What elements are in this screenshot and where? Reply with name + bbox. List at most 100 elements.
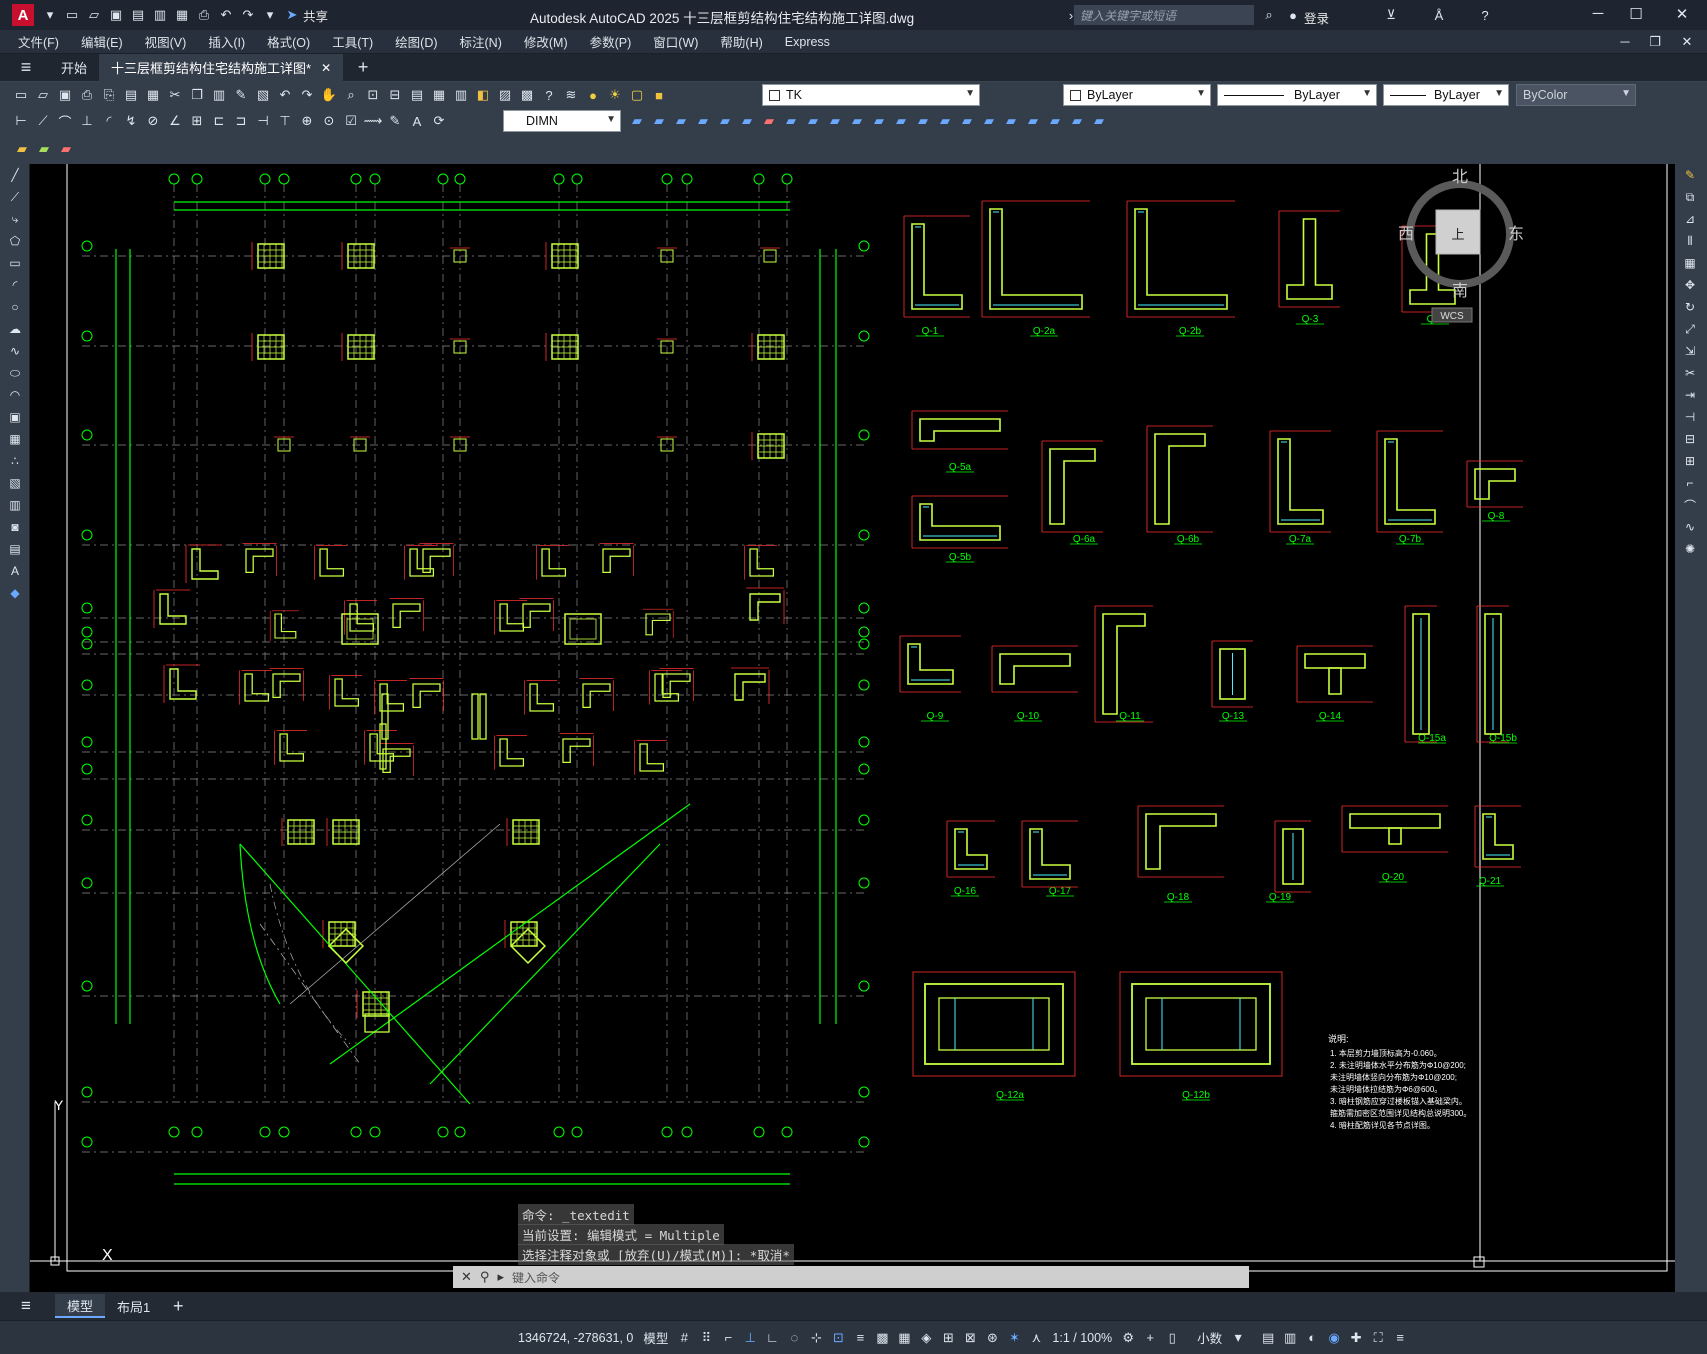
rotate-icon[interactable]: ▰ (759, 111, 779, 131)
menu-format[interactable]: 格式(O) (256, 32, 321, 51)
tolerance-icon[interactable]: ⊕ (297, 111, 317, 131)
linetype-dropdown[interactable]: ByLayer ▼ (1217, 84, 1377, 106)
osnap-track-icon[interactable]: ⊹ (806, 1328, 826, 1348)
join-icon[interactable]: ▰ (891, 111, 911, 131)
redo-icon[interactable]: ↷ (297, 85, 317, 105)
chevron-down-icon[interactable]: ▾ (1227, 1327, 1249, 1349)
construction-line-icon[interactable]: ⟋ (0, 186, 30, 208)
coordinates-readout[interactable]: 1346724, -278631, 0 (518, 1331, 633, 1345)
break-icon[interactable]: ⊟ (1675, 428, 1705, 450)
isodraft-icon[interactable]: ◌ (784, 1328, 804, 1348)
ellipse-icon[interactable]: ⬭ (0, 362, 30, 384)
command-line[interactable]: ✕ ⚲ ▸ 键入命令 (453, 1266, 1249, 1288)
blend-icon[interactable]: ∿ (1675, 516, 1705, 538)
markup-icon[interactable]: ▨ (495, 85, 515, 105)
pan-icon[interactable]: ✋ (319, 85, 339, 105)
stretch-icon[interactable]: ▰ (803, 111, 823, 131)
tool-palettes-icon[interactable]: ▥ (451, 85, 471, 105)
zoom-window-icon[interactable]: ⊡ (363, 85, 383, 105)
tab-start[interactable]: 开始 (49, 54, 99, 82)
ordinate-icon[interactable]: ⊥ (77, 111, 97, 131)
gizmo-icon[interactable]: ⊛ (982, 1328, 1002, 1348)
save-as-icon[interactable]: ▤ (128, 5, 148, 25)
search-icon[interactable]: ⌕ (1259, 5, 1279, 25)
region-icon[interactable]: ◙ (0, 516, 30, 538)
new-tab-icon[interactable]: + (353, 57, 373, 78)
save-web-icon[interactable]: ▦ (172, 5, 192, 25)
make-block-icon[interactable]: ▦ (0, 428, 30, 450)
doc-minimize-icon[interactable]: ─ (1615, 32, 1635, 52)
grid-icon[interactable]: # (674, 1328, 694, 1348)
new-icon[interactable]: ▭ (11, 85, 31, 105)
dim-text-edit-icon[interactable]: A (407, 111, 427, 131)
menu-insert[interactable]: 插入(I) (197, 32, 256, 51)
match-properties-icon[interactable]: ✎ (231, 85, 251, 105)
color-dropdown[interactable]: ByLayer ▼ (1063, 84, 1211, 106)
offset-icon[interactable]: ▰ (693, 111, 713, 131)
3d-osnap-icon[interactable]: ◈ (916, 1328, 936, 1348)
chamfer-icon[interactable]: ⌐ (1675, 472, 1705, 494)
break-at-point-icon[interactable]: ⊣ (1675, 406, 1705, 428)
move-icon[interactable]: ✥ (1675, 274, 1705, 296)
rectangle-icon[interactable]: ▭ (0, 252, 30, 274)
mirror-icon[interactable]: ⊿ (1675, 208, 1705, 230)
explode-icon[interactable]: ✺ (1675, 538, 1705, 560)
spline-icon[interactable]: ∿ (0, 340, 30, 362)
customize-cmd-icon[interactable]: ⚲ (480, 1269, 490, 1285)
layer-lock2-icon[interactable]: ■ (649, 85, 669, 105)
hamburger-menu-icon[interactable]: ≡ (16, 57, 36, 78)
transparency-icon[interactable]: ▩ (872, 1328, 892, 1348)
tab-model[interactable]: 模型 (55, 1294, 106, 1318)
infer-icon[interactable]: ⌐ (718, 1328, 738, 1348)
ellipse-arc-icon[interactable]: ◠ (0, 384, 30, 406)
extend-icon[interactable]: ▰ (847, 111, 867, 131)
units-readout[interactable]: 小数 (1197, 1328, 1222, 1347)
zoom-previous-icon[interactable]: ⊟ (385, 85, 405, 105)
gradient-icon[interactable]: ▥ (0, 494, 30, 516)
copy-object-icon[interactable]: ▰ (649, 111, 669, 131)
design-center-icon[interactable]: ▦ (429, 85, 449, 105)
scale-icon[interactable]: ⤢ (1675, 318, 1705, 340)
scale-icon[interactable]: ▰ (781, 111, 801, 131)
a360-icon[interactable]: Å (1429, 5, 1449, 25)
model-space-button[interactable]: 模型 (643, 1328, 668, 1347)
annotation-scale[interactable]: 1:1 / 100% (1052, 1331, 1112, 1345)
units-icon[interactable]: ▯ (1162, 1328, 1182, 1348)
continue-icon[interactable]: ⊐ (231, 111, 251, 131)
trim-icon[interactable]: ▰ (825, 111, 845, 131)
menu-dimension[interactable]: 标注(N) (449, 32, 513, 51)
jogged-linear-icon[interactable]: ⟿ (363, 111, 383, 131)
osnap-icon[interactable]: ⊡ (828, 1328, 848, 1348)
fillet-icon[interactable]: ▰ (935, 111, 955, 131)
mtext-icon[interactable]: A (0, 560, 30, 582)
layout-menu-icon[interactable]: ≡ (16, 1296, 36, 1316)
dim-edit-icon[interactable]: ✎ (385, 111, 405, 131)
dimstyle-dropdown[interactable]: DIMN ▼ (503, 110, 621, 132)
polyline-icon[interactable]: ⤷ (0, 208, 30, 230)
hatch-edit-icon[interactable]: ▰ (1045, 111, 1065, 131)
workspace-icon[interactable]: ⚙ (1118, 1328, 1138, 1348)
tab-document[interactable]: 十三层框剪结构住宅结构施工详图* ✕ (99, 53, 344, 82)
extend-icon[interactable]: ⇥ (1675, 384, 1705, 406)
graphics-perf-icon[interactable]: ✚ (1346, 1328, 1366, 1348)
hardware-accel-icon[interactable]: ◉ (1324, 1328, 1344, 1348)
block-editor-icon[interactable]: ▧ (253, 85, 273, 105)
menu-file[interactable]: 文件(F) (0, 32, 70, 51)
table-icon[interactable]: ▤ (0, 538, 30, 560)
copy-icon[interactable]: ❐ (187, 85, 207, 105)
plot-3d-icon[interactable]: ▦ (143, 85, 163, 105)
fillet-icon[interactable]: ⌒ (1675, 494, 1705, 516)
cart-icon[interactable]: ⊻ (1381, 5, 1401, 25)
doc-close-icon[interactable]: ✕ (1677, 32, 1697, 52)
customize-icon[interactable]: ▾ (260, 5, 280, 25)
diameter-icon[interactable]: ⊘ (143, 111, 163, 131)
join-icon[interactable]: ⊞ (1675, 450, 1705, 472)
selection-cycle-icon[interactable]: ▦ (894, 1328, 914, 1348)
new-file-icon[interactable]: ▭ (62, 5, 82, 25)
revcloud-icon[interactable]: ☁ (0, 318, 30, 340)
inspect-icon[interactable]: ☑ (341, 111, 361, 131)
minimize-icon[interactable]: ─ (1586, 5, 1610, 25)
menu-parametric[interactable]: 参数(P) (579, 32, 643, 51)
baseline-icon[interactable]: ⊏ (209, 111, 229, 131)
help-icon[interactable]: ? (1475, 5, 1495, 25)
